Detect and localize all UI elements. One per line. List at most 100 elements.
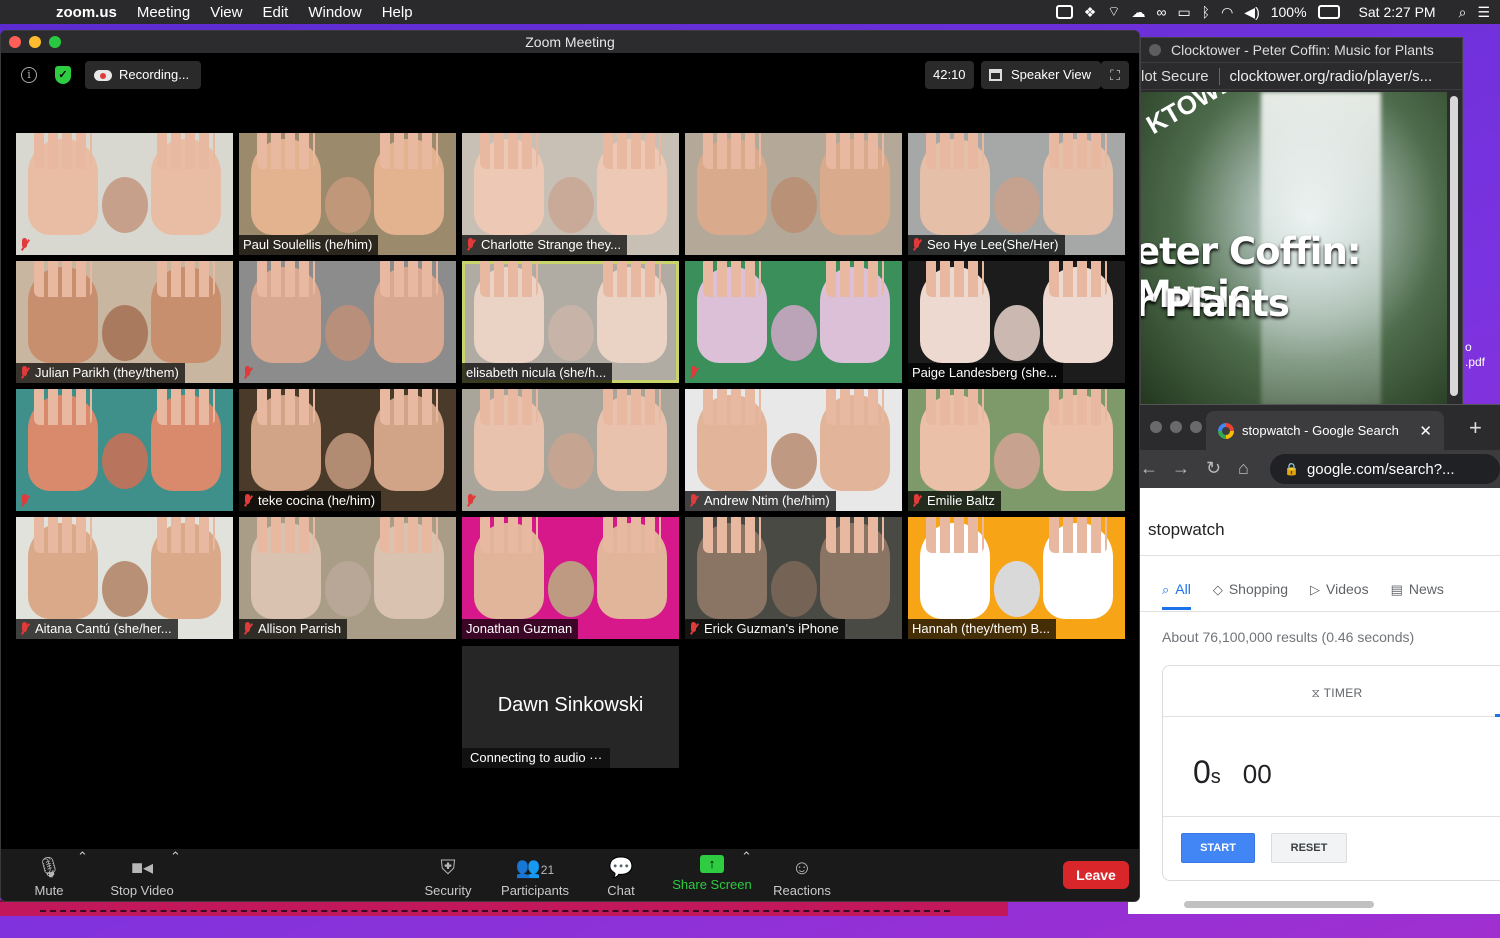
- close-tab-icon[interactable]: ✕: [1419, 422, 1432, 440]
- audio-options-chevron-icon[interactable]: ⌃: [77, 849, 88, 865]
- encryption-shield-icon[interactable]: ✓: [55, 66, 71, 84]
- participant-tile[interactable]: Seo Hye Lee(She/Her): [908, 133, 1125, 255]
- timer-tab[interactable]: ⧖ TIMER: [1163, 686, 1500, 701]
- dropbox-icon[interactable]: ❖: [1084, 4, 1097, 21]
- volume-icon[interactable]: ◀): [1244, 4, 1259, 21]
- participant-tile[interactable]: Hannah (they/them) B...: [908, 517, 1125, 639]
- google-favicon-icon: [1218, 422, 1234, 439]
- participant-tile[interactable]: Andrew Ntim (he/him): [685, 389, 902, 511]
- participant-tile[interactable]: Paul Soulellis (he/him): [239, 133, 456, 255]
- desktop-file-label[interactable]: o .pdf: [1465, 340, 1485, 370]
- mute-button[interactable]: 🎙 Mute: [29, 849, 69, 901]
- participants-icon: 👥21: [515, 857, 555, 879]
- clocktower-scrollbar[interactable]: [1450, 96, 1458, 396]
- fullscreen-icon[interactable]: ⛶: [1101, 61, 1129, 89]
- google-address-bar[interactable]: 🔒 google.com/search?...: [1270, 454, 1500, 484]
- participant-tile[interactable]: teke cocina (he/him): [239, 389, 456, 511]
- participant-tile[interactable]: Allison Parrish: [239, 517, 456, 639]
- reset-button[interactable]: RESET: [1271, 833, 1347, 863]
- meeting-info-icon[interactable]: i: [21, 67, 37, 83]
- reactions-button[interactable]: ☺ Reactions: [771, 849, 833, 901]
- airdrop-icon[interactable]: ⌔: [1107, 3, 1120, 21]
- participant-tile[interactable]: Erick Guzman's iPhone: [685, 517, 902, 639]
- participant-tile[interactable]: Paige Landesberg (she...: [908, 261, 1125, 383]
- participant-tile[interactable]: Aitana Cantú (she/her...: [16, 517, 233, 639]
- menu-meeting[interactable]: Meeting: [127, 4, 200, 21]
- forward-icon[interactable]: →: [1172, 458, 1190, 479]
- stopwatch-tab-indicator[interactable]: [1495, 714, 1500, 717]
- participant-tile[interactable]: Julian Parikh (they/them): [16, 261, 233, 383]
- tab-all-label: All: [1175, 581, 1191, 597]
- tab-shopping[interactable]: ◇ Shopping: [1213, 581, 1288, 610]
- airplay-icon[interactable]: ▭: [1177, 4, 1190, 21]
- notification-center-icon[interactable]: ☰: [1477, 4, 1490, 21]
- participant-name: Julian Parikh (they/them): [35, 365, 179, 380]
- bluetooth-icon[interactable]: ᛒ: [1202, 4, 1210, 20]
- fullscreen-window-button[interactable]: [49, 36, 61, 48]
- spotlight-search-icon[interactable]: ⌕: [1459, 4, 1467, 21]
- participant-tile[interactable]: Emilie Baltz: [908, 389, 1125, 511]
- stop-video-button[interactable]: ■◂ Stop Video: [105, 849, 179, 901]
- horizontal-scrollbar[interactable]: [1184, 901, 1374, 908]
- participants-button[interactable]: 👥21 Participants: [497, 849, 573, 901]
- menu-view[interactable]: View: [200, 4, 252, 21]
- cloud-upload-icon[interactable]: ☁: [1131, 4, 1145, 21]
- menu-edit[interactable]: Edit: [252, 4, 298, 21]
- search-query-field[interactable]: stopwatch: [1148, 520, 1225, 540]
- chat-button[interactable]: 💬 Chat: [601, 849, 641, 901]
- clocktower-address-bar[interactable]: lot Secure clocktower.org/radio/player/s…: [1141, 62, 1462, 90]
- tab-news[interactable]: ▤ News: [1391, 581, 1444, 610]
- wifi-icon[interactable]: ◠: [1221, 4, 1233, 21]
- raised-hand: [920, 133, 990, 235]
- close-window-button[interactable]: [1150, 421, 1162, 433]
- raised-hand: [697, 261, 767, 363]
- clocktower-url[interactable]: clocktower.org/radio/player/s...: [1220, 68, 1433, 85]
- tab-videos[interactable]: ▷ Videos: [1310, 581, 1369, 610]
- reload-icon[interactable]: ↻: [1206, 458, 1221, 479]
- participant-name-label: Paige Landesberg (she...: [908, 363, 1064, 383]
- raised-hand: [251, 133, 321, 235]
- participant-tile[interactable]: [239, 261, 456, 383]
- participant-tile[interactable]: [685, 133, 902, 255]
- clock[interactable]: Sat 2:27 PM: [1359, 4, 1436, 20]
- video-options-chevron-icon[interactable]: ⌃: [170, 849, 181, 865]
- recording-indicator[interactable]: Recording...: [85, 61, 202, 89]
- participant-tile[interactable]: [16, 389, 233, 511]
- zoom-status-icon[interactable]: [1055, 5, 1073, 19]
- security-indicator[interactable]: lot Secure: [1141, 67, 1220, 85]
- participant-tile[interactable]: [685, 261, 902, 383]
- share-options-chevron-icon[interactable]: ⌃: [741, 849, 752, 865]
- back-icon[interactable]: ←: [1140, 458, 1158, 479]
- participant-name-label: [239, 363, 264, 383]
- menu-app-name[interactable]: zoom.us: [48, 4, 127, 21]
- new-tab-icon[interactable]: +: [1469, 415, 1482, 441]
- participant-tile[interactable]: Charlotte Strange they...: [462, 133, 679, 255]
- close-window-button[interactable]: [9, 36, 21, 48]
- menu-window[interactable]: Window: [298, 4, 371, 21]
- participant-tile[interactable]: elisabeth nicula (she/h...: [462, 261, 679, 383]
- leave-meeting-button[interactable]: Leave: [1063, 861, 1129, 889]
- participants-label: Participants: [501, 883, 569, 898]
- result-stats: About 76,100,000 results (0.46 seconds): [1162, 629, 1415, 645]
- participant-tile[interactable]: [16, 133, 233, 255]
- raised-hand: [597, 517, 667, 619]
- home-icon[interactable]: ⌂: [1238, 458, 1249, 479]
- minimize-window-button[interactable]: [29, 36, 41, 48]
- creative-cloud-icon[interactable]: ∞: [1156, 4, 1166, 20]
- participant-tile[interactable]: Jonathan Guzman: [462, 517, 679, 639]
- participant-tile[interactable]: [462, 389, 679, 511]
- security-button[interactable]: ⛨ Security: [421, 849, 475, 901]
- google-tab[interactable]: stopwatch - Google Search ✕: [1206, 411, 1444, 450]
- battery-icon[interactable]: [1317, 5, 1340, 19]
- speaker-view-button[interactable]: Speaker View: [981, 61, 1101, 89]
- participant-name: teke cocina (he/him): [258, 493, 376, 508]
- menu-help[interactable]: Help: [372, 4, 423, 21]
- google-url[interactable]: google.com/search?...: [1307, 461, 1455, 478]
- participant-tile-connecting[interactable]: Dawn Sinkowski Connecting to audio ···: [462, 646, 679, 768]
- start-button[interactable]: START: [1181, 833, 1255, 863]
- clocktower-tab[interactable]: Clocktower - Peter Coffin: Music for Pla…: [1141, 38, 1462, 62]
- tab-all[interactable]: ⌕ All: [1162, 581, 1191, 610]
- zoom-window-button[interactable]: [1190, 421, 1202, 433]
- participant-video: [324, 560, 371, 617]
- minimize-window-button[interactable]: [1170, 421, 1182, 433]
